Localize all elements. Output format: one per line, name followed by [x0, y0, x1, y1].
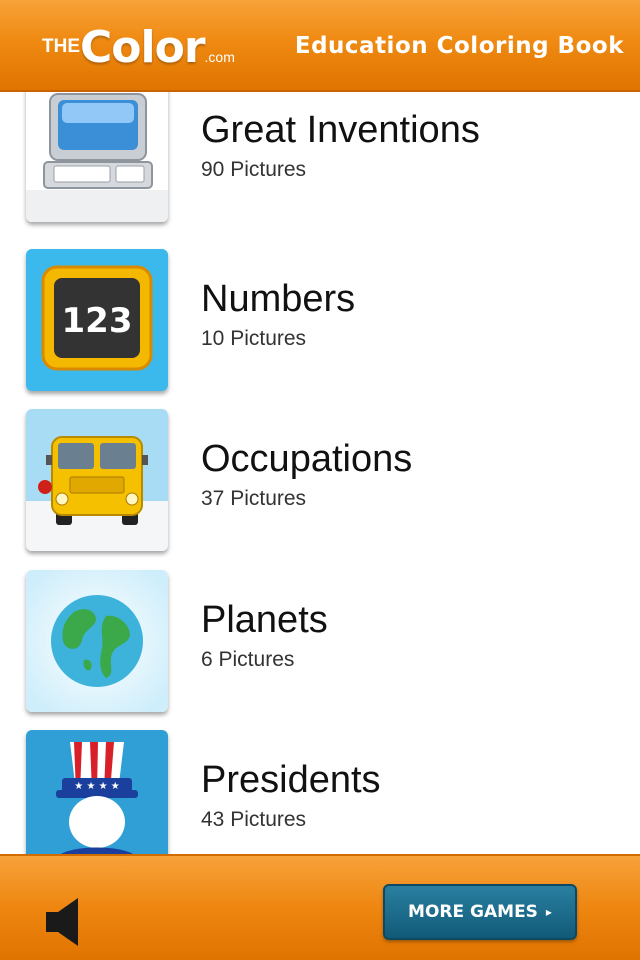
category-name: Numbers — [201, 278, 356, 320]
thecolor-logo: THEColor.com — [42, 22, 235, 73]
category-count: 6 Pictures — [201, 648, 295, 671]
uncle-sam-icon: ★ ★ ★ ★ — [26, 730, 168, 854]
category-name: Great Inventions — [201, 109, 480, 151]
category-count: 37 Pictures — [201, 487, 307, 510]
app-footer: MORE GAMES ▸ — [0, 854, 640, 960]
chalkboard-123-icon: 123 — [26, 249, 168, 391]
more-games-button[interactable]: MORE GAMES ▸ — [383, 884, 577, 940]
category-count: 43 Pictures — [201, 808, 307, 831]
play-arrow-icon: ▸ — [545, 905, 552, 919]
category-count: 10 Pictures — [201, 327, 307, 350]
category-row-presidents[interactable]: ★ ★ ★ ★ Presidents 43 Pictures — [0, 730, 640, 854]
category-count: 90 Pictures — [201, 158, 307, 181]
category-name: Occupations — [201, 438, 413, 480]
category-name: Planets — [201, 599, 328, 641]
logo-suffix: .com — [204, 49, 235, 65]
category-list[interactable]: Great Inventions 90 Pictures 123 Numbers… — [0, 92, 640, 854]
category-name: Presidents — [201, 759, 381, 801]
speaker-icon[interactable] — [44, 896, 84, 948]
school-bus-icon — [26, 409, 168, 551]
logo-main: Color — [80, 22, 206, 73]
computer-icon — [26, 92, 168, 222]
category-row-great-inventions[interactable]: Great Inventions 90 Pictures — [0, 92, 640, 240]
logo-prefix: THE — [42, 36, 80, 57]
app-header: THEColor.com Education Coloring Book — [0, 0, 640, 92]
app-title: Education Coloring Book — [294, 33, 624, 59]
category-row-occupations[interactable]: Occupations 37 Pictures — [0, 409, 640, 569]
more-games-label: MORE GAMES — [408, 902, 538, 922]
category-row-planets[interactable]: Planets 6 Pictures — [0, 570, 640, 730]
category-row-numbers[interactable]: 123 Numbers 10 Pictures — [0, 249, 640, 409]
earth-icon — [26, 570, 168, 712]
chalkboard-text: 123 — [62, 301, 133, 341]
